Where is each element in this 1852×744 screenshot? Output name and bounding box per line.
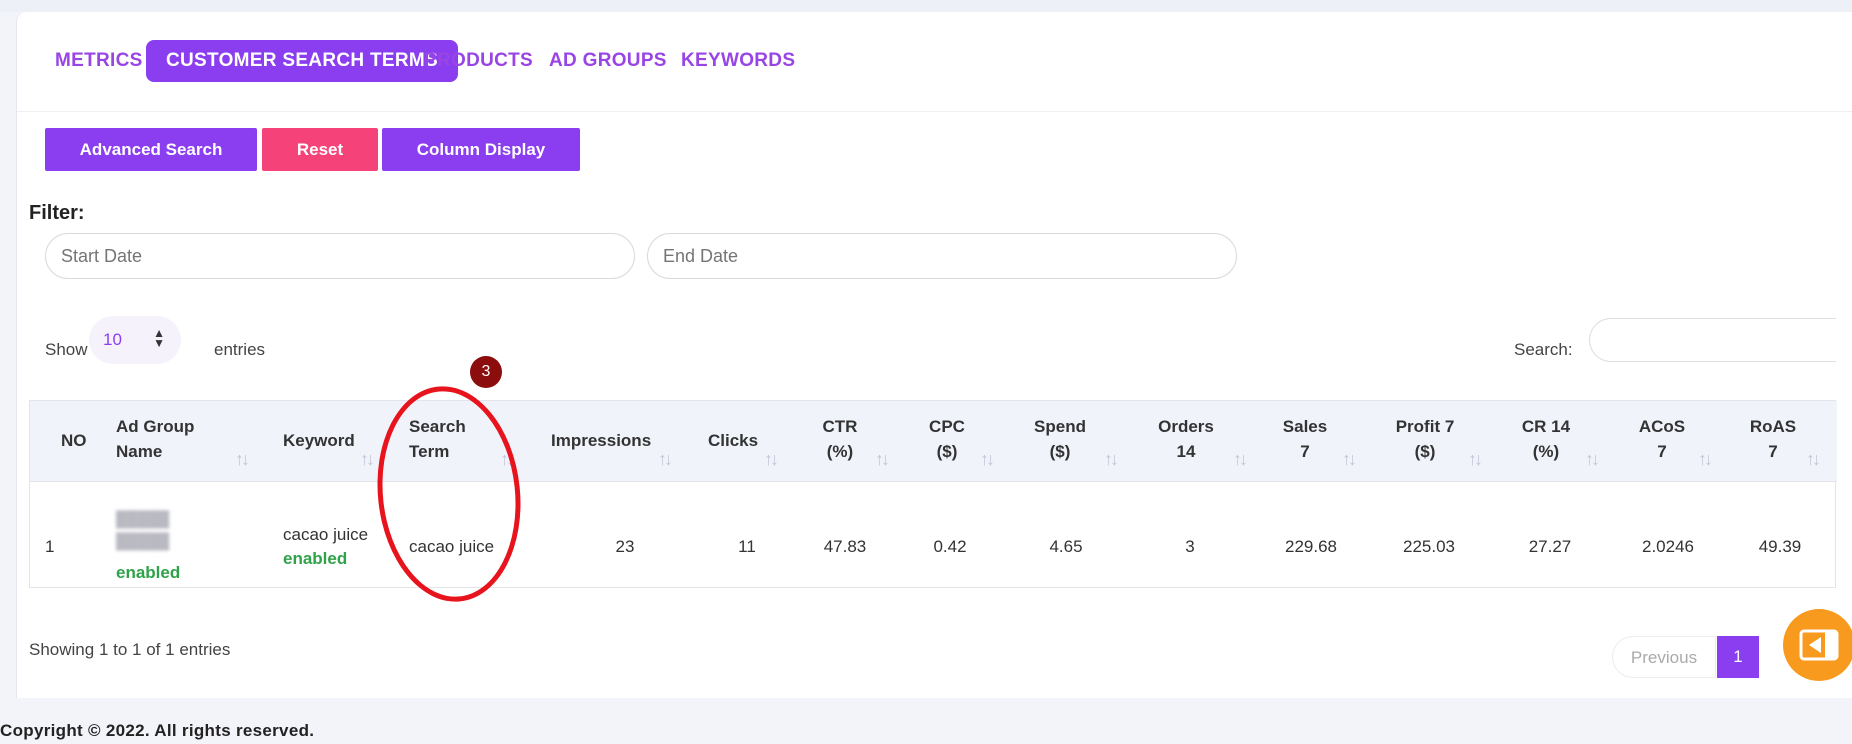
search-input[interactable] <box>1589 318 1836 362</box>
sort-arrows-icon[interactable]: ↑↓ <box>875 449 890 470</box>
page-1-button[interactable]: 1 <box>1717 636 1759 678</box>
sort-arrows-icon[interactable]: ↑↓ <box>500 449 515 470</box>
copyright-text: Copyright © 2022. All rights reserved. <box>0 721 315 740</box>
cell-cr: 27.27 <box>1528 537 1572 556</box>
header-cr-14[interactable]: CR 14 (%) <box>1513 414 1579 464</box>
cell-impressions: 23 <box>615 537 635 556</box>
cell-ctr: 47.83 <box>823 537 867 556</box>
table-info: Showing 1 to 1 of 1 entries <box>29 640 231 659</box>
header-cpc[interactable]: CPC ($) <box>917 414 977 464</box>
header-spend[interactable]: Spend ($) <box>1025 414 1095 464</box>
ad-group-name-redacted: █████ █████ <box>116 511 170 550</box>
sort-arrows-icon[interactable]: ↑↓ <box>658 449 673 470</box>
search-terms-table: NO Ad Group Name ↑↓ Keyword ↑↓ Search Term… <box>29 400 1837 588</box>
annotation-badge: 3 <box>470 356 502 388</box>
sort-arrows-icon[interactable]: ↑↓ <box>1698 449 1713 470</box>
sort-arrows-icon[interactable]: ↑↓ <box>1468 449 1483 470</box>
sort-arrows-icon[interactable]: ↑↓ <box>235 449 250 470</box>
cell-sales: 229.68 <box>1285 537 1337 556</box>
cell-acos: 2.0246 <box>1642 537 1694 556</box>
show-label: Show <box>45 340 88 359</box>
report-tabs: METRICS CUSTOMER SEARCH TERMS PRODUCTS A… <box>17 12 1852 112</box>
cell-profit: 225.03 <box>1403 537 1455 556</box>
entries-length-value: 10 <box>103 330 122 349</box>
select-arrows-icon: ▲ ▼ <box>153 326 165 350</box>
cell-no: 1 <box>45 537 55 556</box>
cell-orders: 3 <box>1185 537 1195 556</box>
header-orders-14[interactable]: Orders 14 <box>1150 414 1222 464</box>
search-label: Search: <box>1514 340 1573 359</box>
floating-action-button[interactable] <box>1783 609 1852 681</box>
sort-arrows-icon[interactable]: ↑↓ <box>1806 449 1821 470</box>
header-impressions[interactable]: Impressions <box>551 428 651 453</box>
keyword-status: enabled <box>283 549 348 568</box>
sort-arrows-icon[interactable]: ↑↓ <box>980 449 995 470</box>
cell-search-term: cacao juice <box>409 537 495 556</box>
reset-button[interactable]: Reset <box>262 128 378 171</box>
sort-arrows-icon[interactable]: ↑↓ <box>1104 449 1119 470</box>
ad-group-status: enabled <box>116 563 181 582</box>
header-acos-7[interactable]: ACoS 7 <box>1630 414 1694 464</box>
advanced-search-button[interactable]: Advanced Search <box>45 128 257 171</box>
header-search-term[interactable]: Search Term <box>409 414 466 464</box>
cell-spend: 4.65 <box>1049 537 1083 556</box>
top-strip <box>0 0 1852 12</box>
header-clicks[interactable]: Clicks <box>708 428 758 453</box>
header-ctr[interactable]: CTR (%) <box>810 414 870 464</box>
previous-page-button[interactable]: Previous <box>1612 636 1716 678</box>
entries-length-select[interactable]: 10 ▲ ▼ <box>89 316 181 364</box>
end-date-input[interactable] <box>647 233 1237 279</box>
sort-arrows-icon[interactable]: ↑↓ <box>764 449 779 470</box>
column-display-button[interactable]: Column Display <box>382 128 580 171</box>
sort-arrows-icon[interactable]: ↑↓ <box>1233 449 1248 470</box>
sort-arrows-icon[interactable]: ↑↓ <box>360 449 375 470</box>
entries-label: entries <box>214 340 266 359</box>
sidebar-toggle-icon <box>1799 629 1839 661</box>
start-date-input[interactable] <box>45 233 635 279</box>
header-ad-group-name[interactable]: Ad Group Name <box>116 414 194 464</box>
header-sales-7[interactable]: Sales 7 <box>1277 414 1333 464</box>
header-profit-7[interactable]: Profit 7 ($) <box>1383 414 1467 464</box>
tab-metrics[interactable]: METRICS <box>35 40 163 82</box>
header-keyword[interactable]: Keyword <box>283 428 355 453</box>
header-roas-7[interactable]: RoAS 7 <box>1744 414 1802 464</box>
cell-keyword: cacao juice <box>283 525 369 544</box>
tab-keywords[interactable]: KEYWORDS <box>661 40 815 82</box>
sort-arrows-icon[interactable]: ↑↓ <box>1585 449 1600 470</box>
cell-roas: 49.39 <box>1758 537 1802 556</box>
sort-arrows-icon[interactable]: ↑↓ <box>1342 449 1357 470</box>
content-card: METRICS CUSTOMER SEARCH TERMS PRODUCTS A… <box>16 12 1852 698</box>
cell-clicks: 11 <box>738 537 756 556</box>
cell-cpc: 0.42 <box>933 537 967 556</box>
header-no[interactable]: NO <box>61 428 87 453</box>
filter-label: Filter: <box>29 202 85 224</box>
